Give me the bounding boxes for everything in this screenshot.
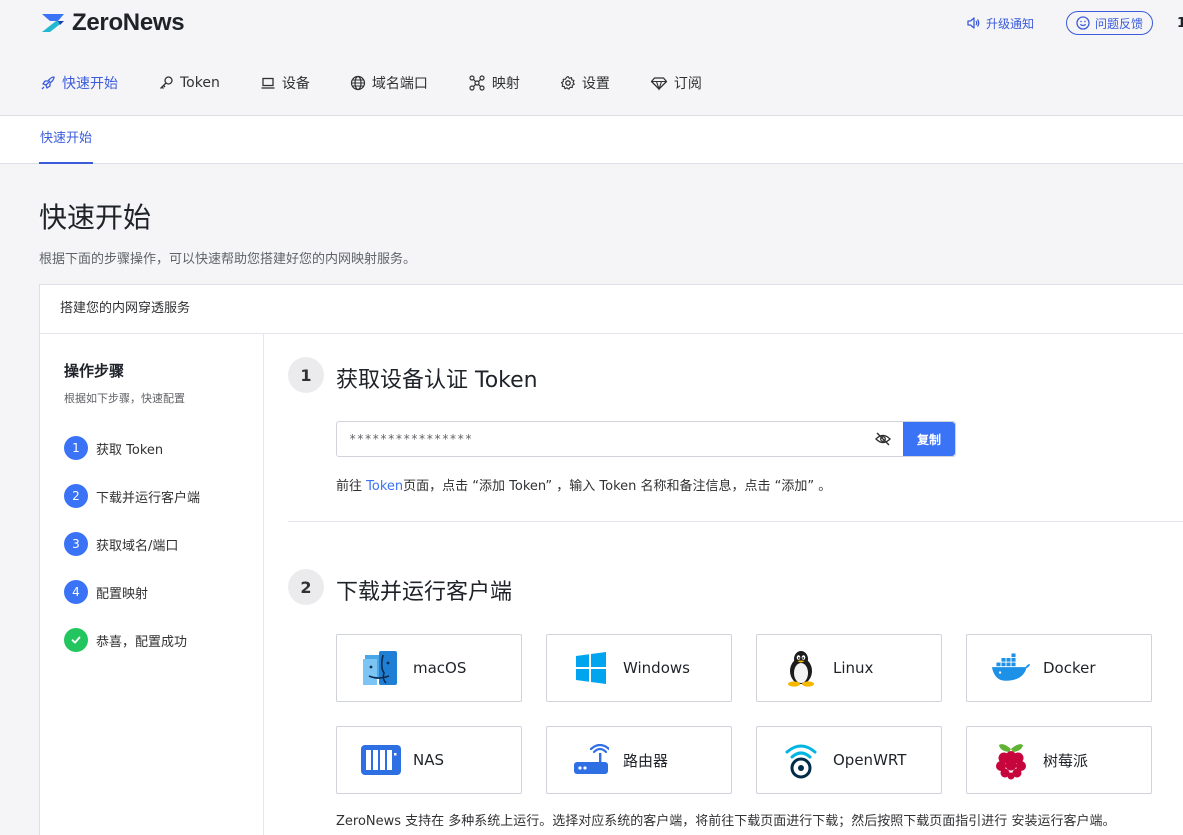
section-divider — [288, 521, 1183, 522]
nav-domain-ports[interactable]: 域名端口 — [350, 73, 428, 93]
feedback-label: 问题反馈 — [1094, 16, 1143, 31]
step-item-success[interactable]: 恭喜，配置成功 — [64, 628, 187, 652]
step-number: 4 — [64, 580, 88, 604]
step-label: 配置映射 — [96, 586, 149, 602]
section-number-1: 1 — [288, 357, 324, 393]
windows-icon — [571, 648, 611, 688]
section-number-2: 2 — [288, 569, 324, 605]
token-page-link[interactable]: Token — [366, 479, 403, 494]
step-item-config-mapping[interactable]: 4 配置映射 — [64, 580, 148, 604]
client-linux[interactable]: Linux — [756, 634, 942, 702]
tab-quick-start[interactable]: 快速开始 — [39, 116, 94, 164]
client-support-note: ZeroNews 支持在 多种系统上运行。选择对应系统的客户端，将前往下载页面进… — [336, 814, 1116, 829]
openwrt-icon — [781, 740, 821, 780]
client-label: 树莓派 — [1043, 751, 1089, 770]
client-label: 路由器 — [623, 751, 669, 770]
key-icon — [160, 76, 173, 89]
nav-subscription[interactable]: 订阅 — [650, 73, 702, 93]
nav-label: 域名端口 — [371, 76, 428, 92]
client-label: NAS — [413, 751, 445, 769]
page-tab-bar: 快速开始 — [0, 116, 1183, 164]
diamond-icon — [650, 77, 667, 91]
eye-off-icon — [875, 432, 891, 446]
steps-subtitle: 根据如下步骤，快速配置 — [64, 392, 185, 405]
zeronews-logo-icon — [42, 14, 64, 32]
steps-sidebar: 操作步骤 根据如下步骤，快速配置 1 获取 Token 2 下载并运行客户端 3… — [40, 334, 264, 835]
header-actions: 升级通知 问题反馈 1 — [966, 11, 1183, 35]
feedback-button[interactable]: 问题反馈 — [1065, 11, 1153, 35]
brand-logo[interactable]: ZeroNews — [38, 9, 185, 36]
upgrade-notice-label: 升级通知 — [985, 16, 1034, 31]
client-label: macOS — [413, 659, 467, 677]
globe-icon — [350, 75, 365, 91]
macos-finder-icon — [361, 648, 401, 688]
nav-label: 设备 — [281, 76, 310, 92]
client-label: Windows — [623, 659, 690, 677]
token-input[interactable] — [337, 422, 863, 456]
client-router[interactable]: 路由器 — [546, 726, 732, 794]
brand-name: ZeroNews — [72, 9, 185, 36]
page-title: 快速开始 — [39, 201, 152, 234]
step-item-get-domain[interactable]: 3 获取域名/端口 — [64, 532, 178, 556]
client-macos[interactable]: macOS — [336, 634, 522, 702]
linux-tux-icon — [781, 648, 821, 688]
nav-devices[interactable]: 设备 — [260, 73, 310, 93]
nas-icon — [361, 740, 401, 780]
step-item-get-token[interactable]: 1 获取 Token — [64, 436, 163, 460]
top-header: ZeroNews 升级通知 问题反馈 1 快速开始 Token 设备 域名端口 … — [0, 0, 1183, 116]
hint-suffix: 页面，点击 “添加 Token” ，输入 Token 名称和备注信息，点击 “添… — [403, 479, 832, 494]
step-number: 2 — [64, 484, 88, 508]
step-label: 获取 Token — [96, 442, 164, 458]
client-openwrt[interactable]: OpenWRT — [756, 726, 942, 794]
step-item-download-client[interactable]: 2 下载并运行客户端 — [64, 484, 200, 508]
nav-label: 映射 — [491, 76, 520, 92]
nav-mapping[interactable]: 映射 — [468, 73, 520, 93]
rocket-icon — [41, 76, 55, 90]
step-label: 获取域名/端口 — [96, 538, 179, 554]
page-subtitle: 根据下面的步骤操作，可以快速帮助您搭建好您的内网映射服务。 — [39, 252, 417, 267]
nav-quick-start[interactable]: 快速开始 — [40, 73, 118, 93]
client-nas[interactable]: NAS — [336, 726, 522, 794]
setup-card: 搭建您的内网穿透服务 操作步骤 根据如下步骤，快速配置 1 获取 Token 2… — [39, 284, 1183, 835]
client-windows[interactable]: Windows — [546, 634, 732, 702]
smiley-icon — [1076, 16, 1090, 30]
section-title-token: 获取设备认证 Token — [336, 368, 538, 393]
checkmark-icon — [64, 628, 88, 652]
token-field-group: 复制 — [336, 421, 956, 457]
client-label: OpenWRT — [833, 751, 907, 769]
nav-token[interactable]: Token — [158, 75, 220, 91]
client-label: Linux — [833, 659, 874, 677]
speaker-icon — [967, 17, 980, 29]
steps-title: 操作步骤 — [64, 362, 125, 380]
main-nav: 快速开始 Token 设备 域名端口 映射 设置 订阅 — [40, 72, 742, 94]
docker-icon — [991, 648, 1031, 688]
upgrade-notice-link[interactable]: 升级通知 — [966, 15, 1034, 32]
client-raspberry-pi[interactable]: 树莓派 — [966, 726, 1152, 794]
hint-prefix: 前往 — [336, 479, 367, 494]
step-label: 恭喜，配置成功 — [96, 634, 188, 650]
raspberry-pi-icon — [991, 740, 1031, 780]
nav-label: 订阅 — [673, 76, 702, 92]
user-menu-partial[interactable]: 1 — [1177, 16, 1183, 31]
card-title: 搭建您的内网穿透服务 — [40, 285, 1183, 334]
copy-token-button[interactable]: 复制 — [903, 422, 955, 456]
section-title-download: 下载并运行客户端 — [336, 580, 513, 605]
network-icon — [469, 75, 485, 91]
nav-label: Token — [180, 75, 220, 91]
step-label: 下载并运行客户端 — [96, 490, 201, 506]
nav-label: 设置 — [581, 76, 610, 92]
client-label: Docker — [1043, 659, 1096, 677]
step-number: 3 — [64, 532, 88, 556]
nav-settings[interactable]: 设置 — [560, 73, 610, 93]
step-number: 1 — [64, 436, 88, 460]
toggle-visibility-button[interactable] — [863, 422, 903, 456]
gear-icon — [560, 75, 575, 90]
router-icon — [571, 740, 611, 780]
nav-label: 快速开始 — [62, 76, 118, 92]
laptop-icon — [261, 77, 275, 89]
token-hint: 前往 Token页面，点击 “添加 Token” ，输入 Token 名称和备注… — [336, 475, 831, 494]
client-docker[interactable]: Docker — [966, 634, 1152, 702]
